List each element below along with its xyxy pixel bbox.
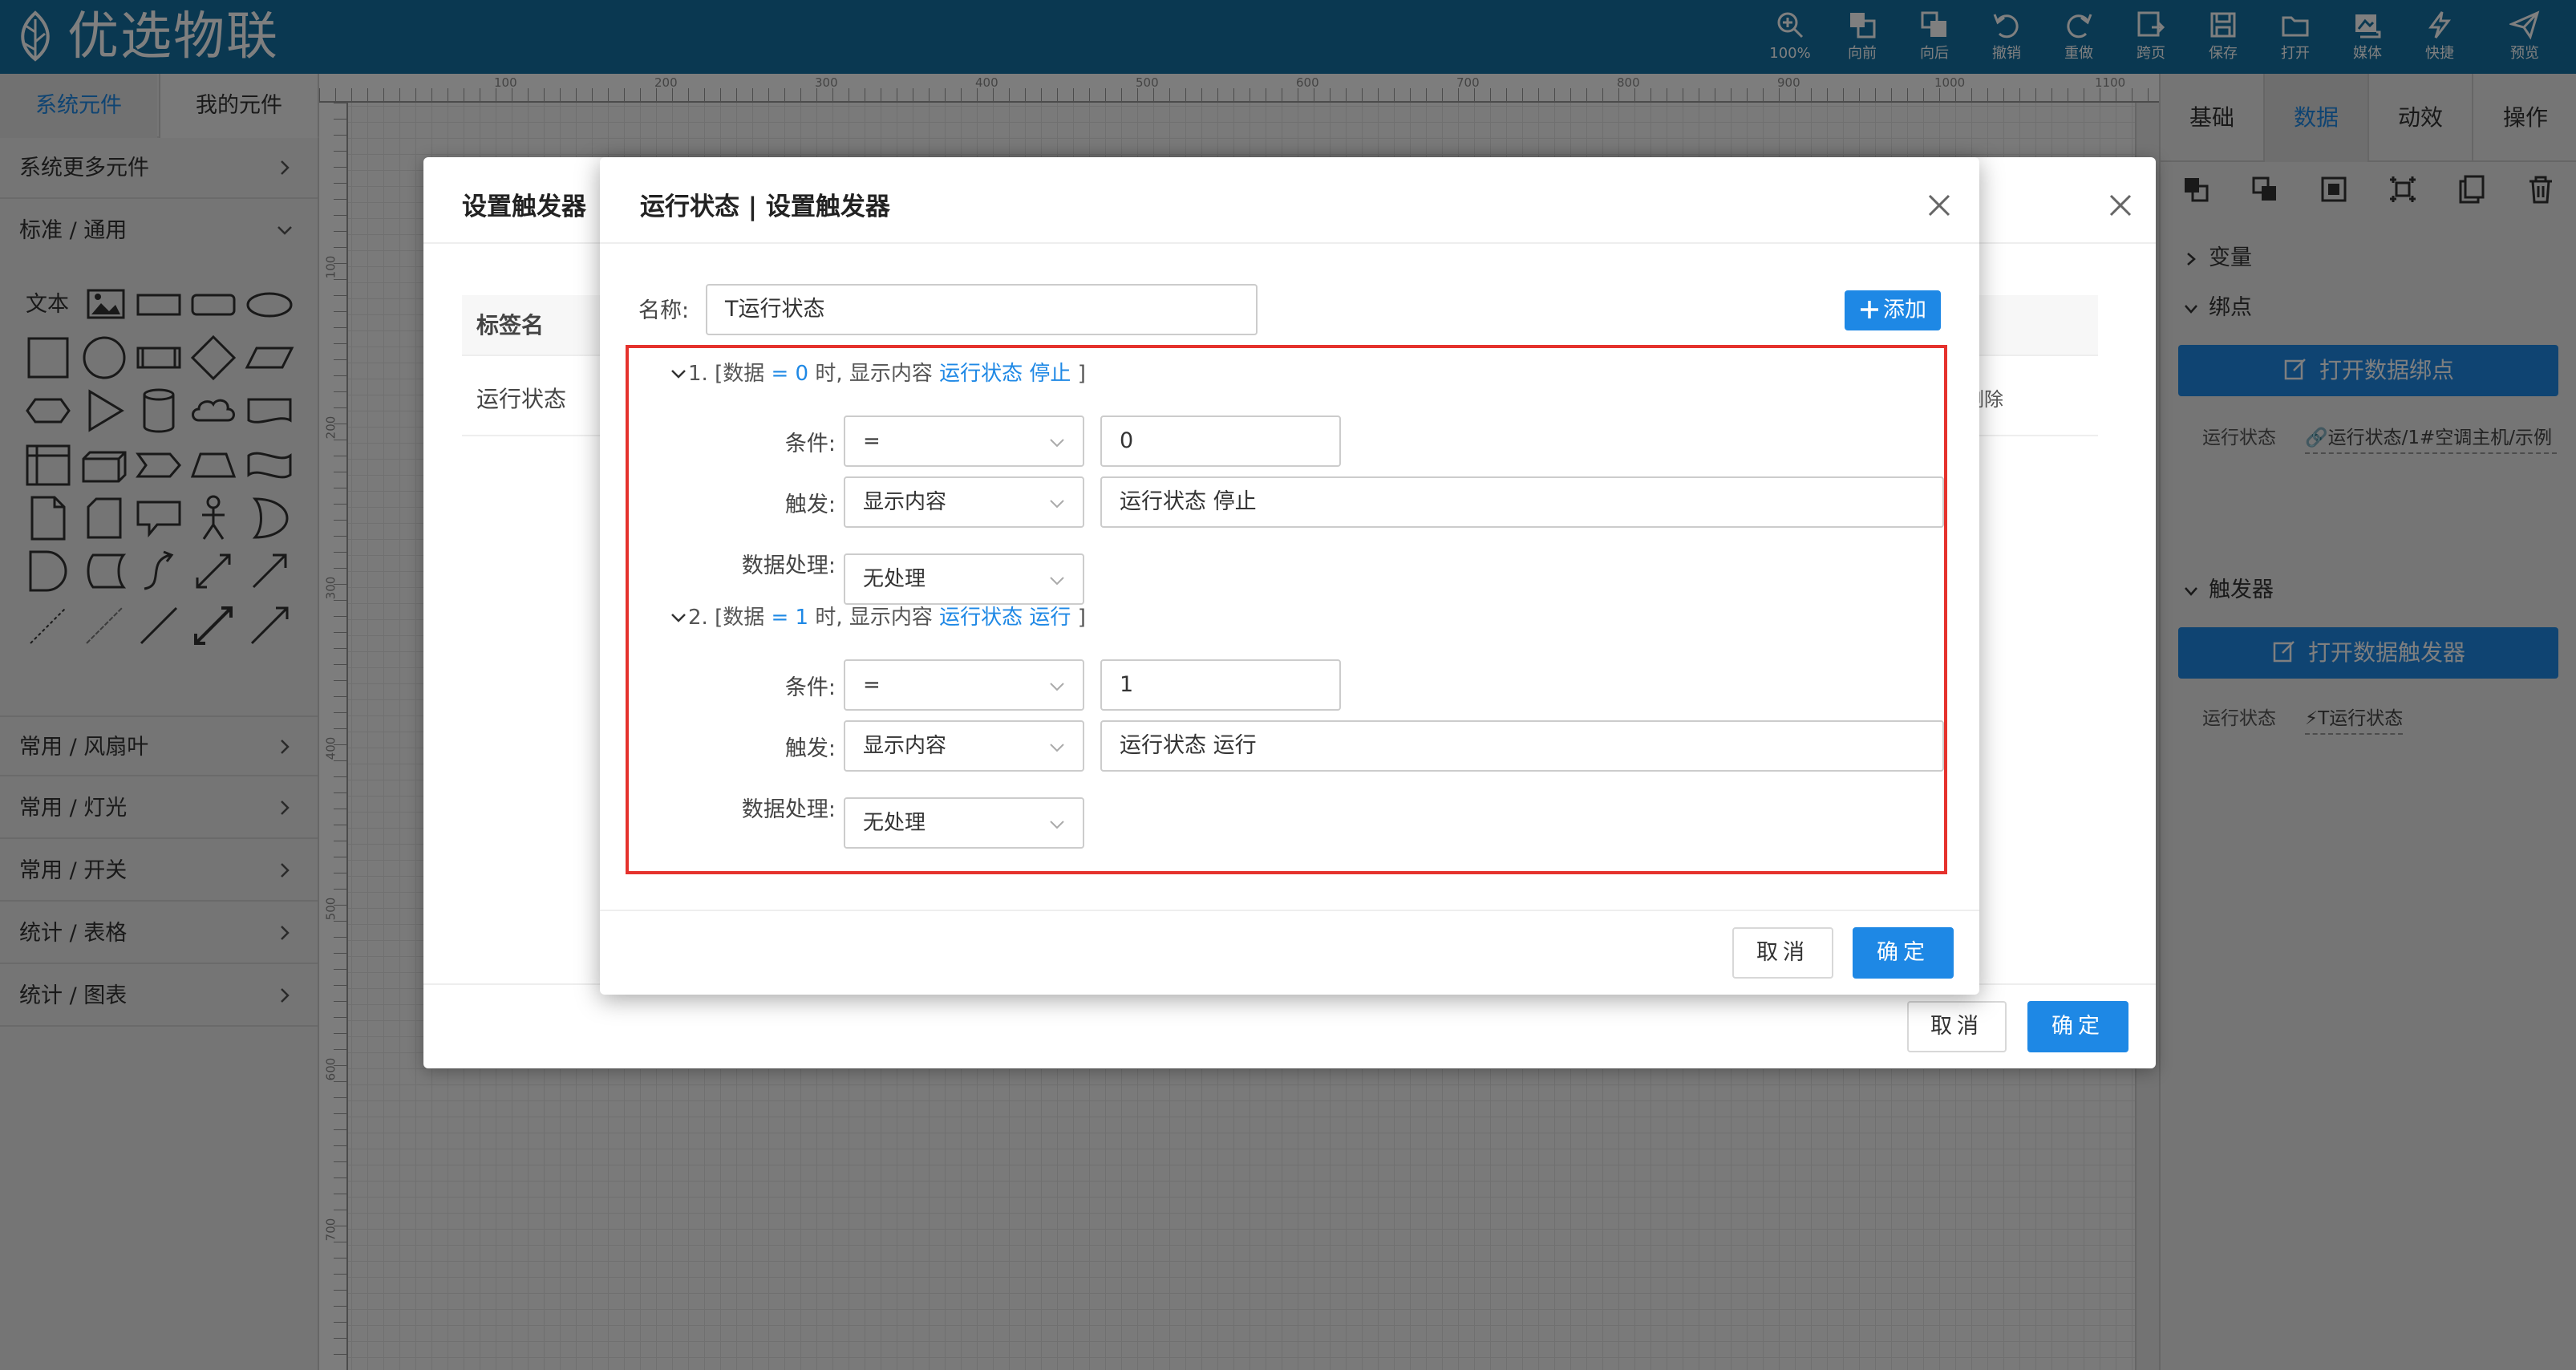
cancel-button[interactable]: 取消 — [1907, 1001, 2007, 1052]
chevron-down-icon — [1050, 500, 1064, 509]
chevron-down-icon — [1050, 744, 1064, 752]
trigger-value-input[interactable]: 运行状态 运行 — [1100, 720, 1944, 772]
column-tag-name: 标签名 — [476, 312, 545, 338]
chevron-down-icon — [1050, 683, 1064, 691]
process-select[interactable]: 无处理 — [844, 553, 1084, 605]
dialog-title: 设置触发器 — [462, 193, 586, 221]
rules-highlight-box: 1. [数据 = 0 时, 显示内容 运行状态 停止 ] 条件: = 0 触发:… — [626, 345, 1947, 874]
chevron-down-icon[interactable] — [667, 606, 690, 629]
process-select[interactable]: 无处理 — [844, 797, 1084, 849]
process-label: 数据处理: — [741, 553, 836, 578]
close-icon[interactable] — [1920, 186, 1958, 225]
plus-icon — [1861, 301, 1878, 318]
close-icon[interactable] — [2101, 186, 2140, 225]
confirm-button[interactable]: 确定 — [1853, 927, 1954, 979]
dialog-title: 运行状态 | 设置触发器 — [640, 193, 890, 221]
condition-value-input[interactable]: 1 — [1100, 659, 1341, 711]
rule-summary[interactable]: 2. [数据 = 1 时, 显示内容 运行状态 运行 ] — [688, 602, 1086, 634]
cancel-button[interactable]: 取消 — [1732, 927, 1833, 979]
trigger-label: 触发: — [784, 492, 836, 517]
trigger-label: 触发: — [784, 736, 836, 761]
name-label: 名称: — [638, 298, 690, 323]
process-label: 数据处理: — [741, 797, 836, 822]
chevron-down-icon — [1050, 821, 1064, 829]
confirm-button[interactable]: 确定 — [2027, 1001, 2128, 1052]
chevron-down-icon — [1050, 577, 1064, 586]
trigger-type-select[interactable]: 显示内容 — [844, 476, 1084, 528]
condition-value-input[interactable]: 0 — [1100, 415, 1341, 467]
name-input[interactable]: T运行状态 — [706, 284, 1258, 335]
row-name: 运行状态 — [476, 386, 567, 412]
chevron-down-icon[interactable] — [667, 363, 690, 385]
add-rule-button[interactable]: 添加 — [1845, 290, 1941, 330]
chevron-down-icon — [1050, 439, 1064, 448]
condition-operator-select[interactable]: = — [844, 659, 1084, 711]
condition-label: 条件: — [784, 432, 836, 456]
condition-operator-select[interactable]: = — [844, 415, 1084, 467]
trigger-value-input[interactable]: 运行状态 停止 — [1100, 476, 1944, 528]
trigger-type-select[interactable]: 显示内容 — [844, 720, 1084, 772]
rule-summary[interactable]: 1. [数据 = 0 时, 显示内容 运行状态 停止 ] — [688, 358, 1086, 390]
trigger-edit-dialog: 运行状态 | 设置触发器 名称: T运行状态 添加 1. [数据 = 0 时, … — [600, 157, 1979, 995]
condition-label: 条件: — [784, 675, 836, 700]
